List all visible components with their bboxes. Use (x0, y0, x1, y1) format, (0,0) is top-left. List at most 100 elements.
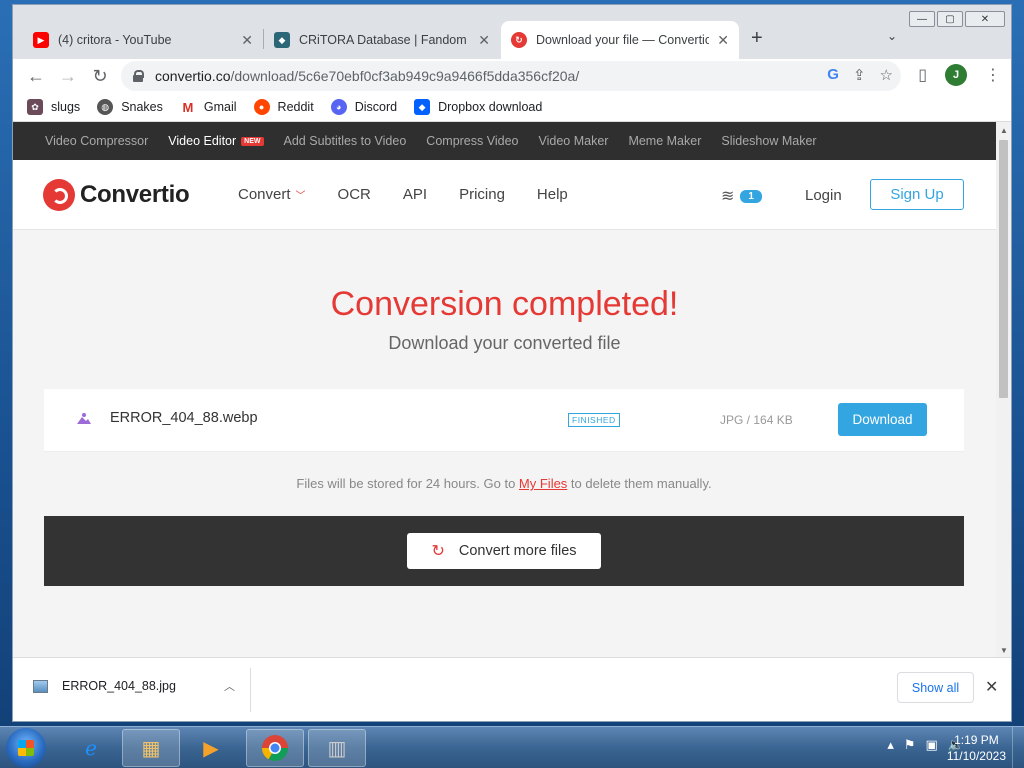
address-bar[interactable]: convertio.co/download/5c6e70ebf0cf3ab949… (121, 61, 901, 91)
bookmark-slugs[interactable]: ✿ slugs (27, 99, 80, 115)
bookmark-reddit[interactable]: ● Reddit (253, 99, 314, 115)
tab-title: CRiTORA Database | Fandom (299, 33, 467, 47)
bookmark-gmail[interactable]: M Gmail (179, 99, 237, 115)
globe-icon: ◍ (97, 99, 114, 115)
maximize-button[interactable]: ▢ (937, 11, 963, 27)
lock-icon (133, 70, 144, 82)
network-icon[interactable]: ▣ (926, 737, 938, 753)
google-lens-icon[interactable]: G (827, 66, 839, 84)
browser-toolbar: ← → ↻ convertio.co/download/5c6e70ebf0cf… (13, 59, 1011, 93)
tab-title: (4) critora - YouTube (58, 33, 172, 47)
convertio-logo[interactable]: Convertio (43, 179, 190, 211)
my-files-link[interactable]: My Files (519, 476, 567, 491)
topnav-meme-maker[interactable]: Meme Maker (628, 134, 701, 148)
topnav-slideshow-maker[interactable]: Slideshow Maker (721, 134, 816, 148)
refresh-icon: ↻ (431, 543, 445, 560)
browser-window: — ▢ ✕ ▶ (4) critora - YouTube ✕ ◆ CRiTOR… (12, 4, 1012, 722)
file-explorer-icon[interactable]: ▦ (122, 729, 180, 767)
topnav-add-subtitles[interactable]: Add Subtitles to Video (284, 134, 407, 148)
download-button[interactable]: Download (838, 403, 927, 436)
signup-button[interactable]: Sign Up (870, 179, 964, 210)
start-button[interactable] (6, 728, 46, 768)
share-icon[interactable]: ⇪ (853, 66, 866, 84)
show-all-button[interactable]: Show all (897, 672, 974, 703)
windows-taskbar: ℯ ▦ ▶ ▥ ▴ ⚑ ▣ 🔈 1:19 PM 11/10/2023 (0, 726, 1024, 768)
file-meta: JPG / 164 KB (720, 413, 793, 427)
convert-more-bar: ↻ Convert more files (44, 516, 964, 586)
nav-convert[interactable]: Convert ﹀ (238, 186, 306, 203)
back-button[interactable]: ← (24, 64, 48, 88)
page-subtitle: Download your converted file (388, 333, 621, 353)
url-text: convertio.co/download/5c6e70ebf0cf3ab949… (155, 68, 580, 84)
login-link[interactable]: Login (805, 187, 842, 204)
menu-kebab-icon[interactable]: ⋮ (985, 65, 1001, 85)
bookmark-snakes[interactable]: ◍ Snakes (97, 99, 163, 115)
nav-help[interactable]: Help (537, 186, 568, 203)
nav-api[interactable]: API (403, 186, 427, 203)
download-item[interactable]: ERROR_404_88.jpg ︿ (33, 678, 235, 694)
topnav-video-maker[interactable]: Video Maker (538, 134, 608, 148)
scrollbar-thumb[interactable] (999, 140, 1008, 398)
clock-time: 1:19 PM (954, 733, 999, 747)
topnav-video-compressor[interactable]: Video Compressor (45, 134, 148, 148)
profile-avatar[interactable]: J (945, 64, 967, 86)
internet-explorer-icon[interactable]: ℯ (62, 729, 120, 767)
image-file-icon (77, 413, 91, 424)
tab-fandom[interactable]: ◆ CRiTORA Database | Fandom ✕ (264, 21, 500, 59)
scroll-down-icon[interactable]: ▼ (1000, 646, 1008, 655)
page-scrollbar[interactable]: ▲ ▼ (996, 122, 1011, 657)
my-files-button[interactable]: ≋ 1 (721, 186, 762, 206)
chevron-up-icon[interactable]: ︿ (224, 678, 235, 694)
new-tab-button[interactable]: + (751, 27, 763, 50)
bookmark-star-icon[interactable]: ☆ (880, 66, 893, 84)
status-badge: FINISHED (568, 413, 620, 427)
close-tab-icon[interactable]: ✕ (478, 32, 490, 49)
bookmark-label: Gmail (203, 100, 237, 114)
site-header: Convertio Convert ﹀ OCR API Pricing Help … (13, 160, 996, 230)
bookmarks-bar: ✿ slugs ◍ Snakes M Gmail ● Reddit ◕ Discord ◆… (13, 93, 1011, 122)
forward-button[interactable]: → (56, 64, 80, 88)
tray-expand-icon[interactable]: ▴ (887, 737, 894, 753)
close-tab-icon[interactable]: ✕ (717, 32, 729, 49)
convert-more-label: Convert more files (458, 543, 577, 559)
page-viewport: Video Compressor Video Editor NEW Add Sub… (13, 122, 996, 657)
taskbar-clock[interactable]: 1:19 PM 11/10/2023 (947, 732, 1006, 764)
minimize-button[interactable]: — (909, 11, 935, 27)
close-window-button[interactable]: ✕ (965, 11, 1005, 27)
convertio-topbar: Video Compressor Video Editor NEW Add Sub… (13, 122, 996, 160)
topnav-compress-video[interactable]: Compress Video (426, 134, 518, 148)
bookmark-label: Dropbox download (438, 100, 543, 114)
close-shelf-icon[interactable]: ✕ (985, 677, 998, 697)
side-panel-icon[interactable]: ▯ (918, 65, 927, 85)
action-center-icon[interactable]: ⚑ (904, 737, 916, 753)
fandom-icon: ◆ (274, 32, 290, 48)
bookmark-discord[interactable]: ◕ Discord (330, 99, 397, 115)
chevron-down-icon: ﹀ (295, 191, 306, 202)
tab-convertio[interactable]: ↻ Download your file — Convertio ✕ (501, 21, 739, 59)
tab-youtube[interactable]: ▶ (4) critora - YouTube ✕ (23, 21, 263, 59)
main-nav: Convert ﹀ OCR API Pricing Help (238, 186, 568, 203)
bookmark-dropbox[interactable]: ◆ Dropbox download (414, 99, 542, 115)
show-desktop-button[interactable] (1012, 727, 1024, 768)
bookmark-label: Snakes (121, 100, 163, 114)
storage-note: Files will be stored for 24 hours. Go to… (44, 452, 964, 516)
nav-pricing[interactable]: Pricing (459, 186, 505, 203)
slugs-icon: ✿ (27, 99, 43, 115)
tab-search-chevron-icon[interactable]: ⌄ (887, 29, 897, 43)
new-badge: NEW (241, 136, 264, 146)
scroll-up-icon[interactable]: ▲ (1000, 126, 1008, 135)
media-player-icon[interactable]: ▶ (182, 729, 240, 767)
download-shelf: ERROR_404_88.jpg ︿ Show all ✕ (13, 657, 1011, 721)
bookmark-label: Reddit (277, 100, 314, 114)
chrome-icon (261, 735, 289, 762)
topnav-video-editor[interactable]: Video Editor NEW (168, 134, 264, 148)
tab-strip: — ▢ ✕ ▶ (4) critora - YouTube ✕ ◆ CRiTOR… (13, 5, 1011, 59)
chrome-taskbar-icon[interactable] (246, 729, 304, 767)
close-tab-icon[interactable]: ✕ (241, 32, 253, 49)
bookmark-label: slugs (51, 100, 81, 114)
server-app-icon[interactable]: ▥ (308, 729, 366, 767)
convert-more-button[interactable]: ↻ Convert more files (407, 533, 601, 569)
tab-title: Download your file — Convertio (536, 33, 710, 47)
reload-button[interactable]: ↻ (88, 64, 112, 88)
nav-ocr[interactable]: OCR (338, 186, 371, 203)
